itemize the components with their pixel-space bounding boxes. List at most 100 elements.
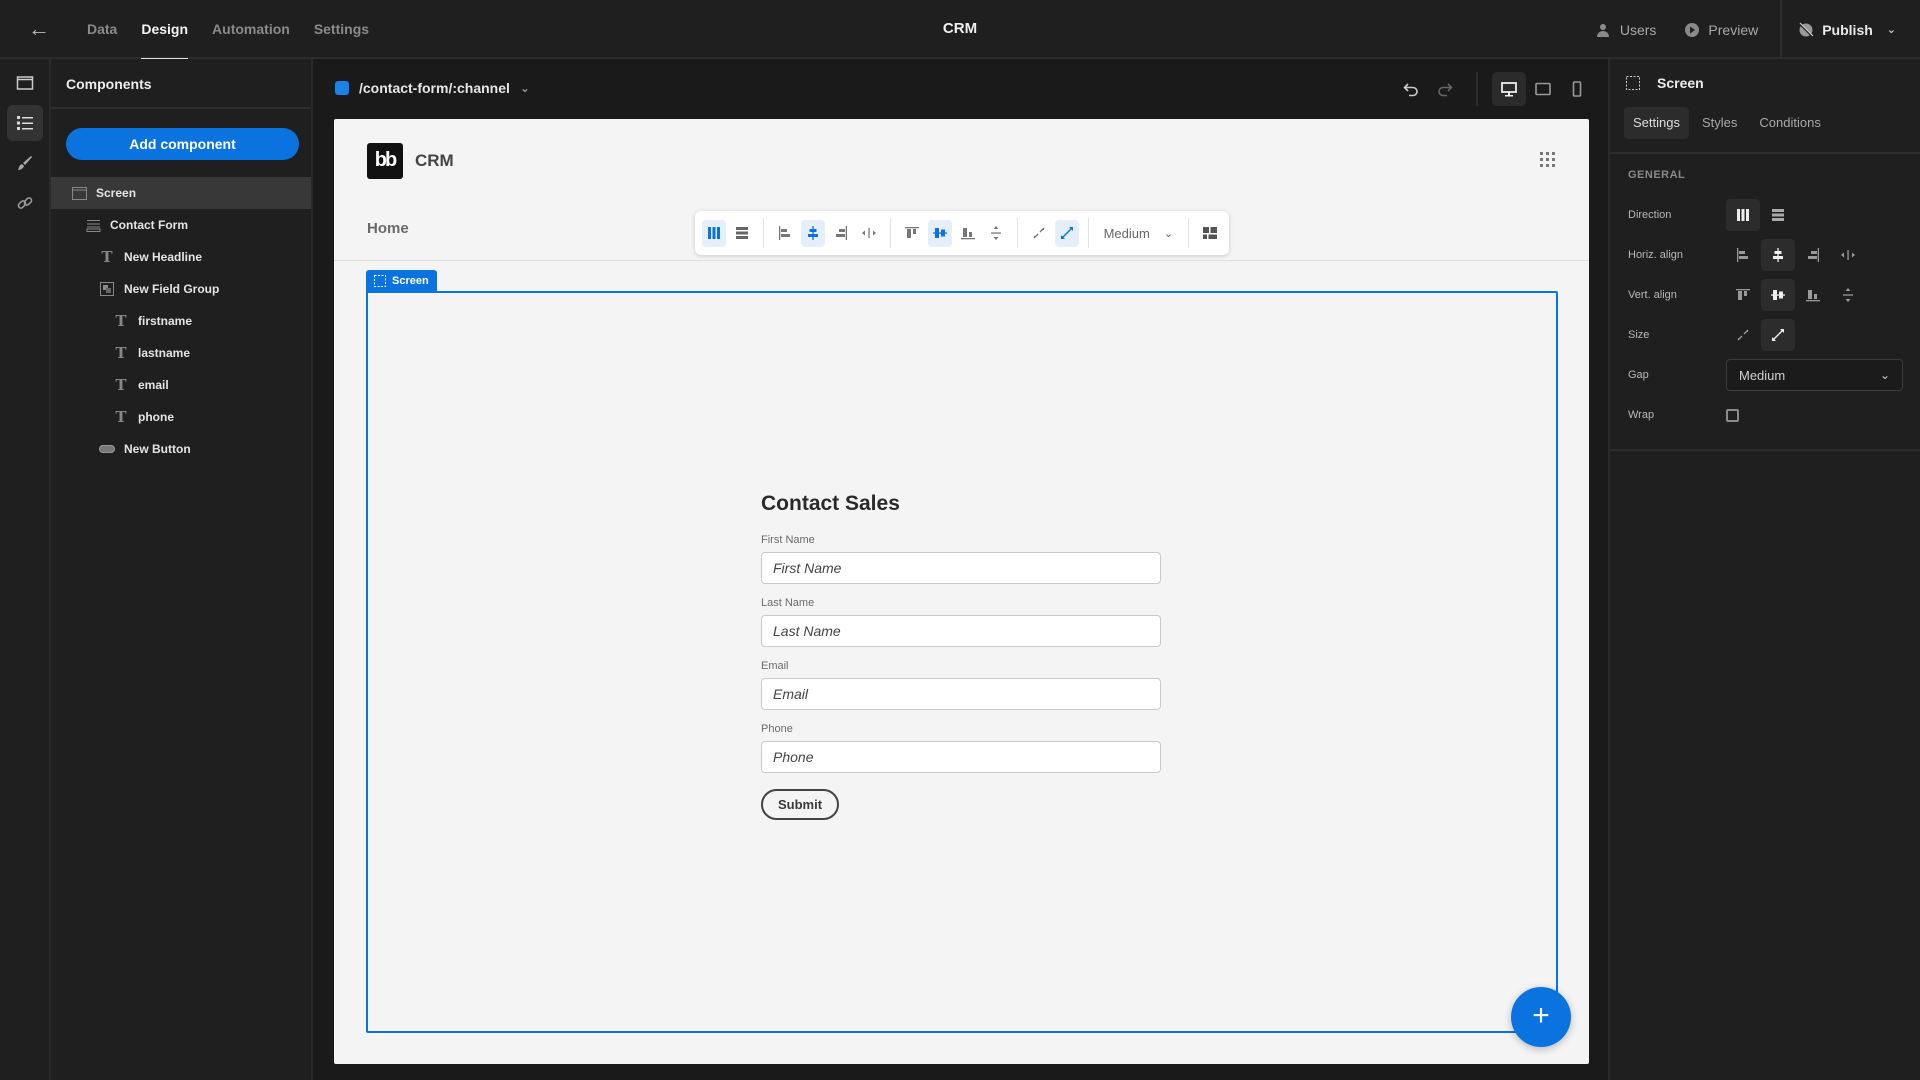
tab-automation[interactable]: Automation [200,0,302,59]
chevron-down-icon: ⌄ [519,81,530,95]
wrap-row: Wrap [1628,398,1908,432]
users-button[interactable]: Users [1582,0,1671,59]
align-bottom-icon [960,228,975,240]
top-bar: ← Data Design Automation Settings CRM Us… [0,0,1920,60]
wrap-button[interactable] [1198,220,1222,247]
form-icon [85,217,101,233]
direction-row-button[interactable] [730,220,754,247]
redo-button[interactable] [1428,72,1462,106]
divider [1188,218,1189,248]
valign-bottom-button[interactable] [1796,279,1830,311]
add-component-button[interactable]: Add component [66,128,299,160]
publish-button[interactable]: Publish ⌄ [1780,0,1920,59]
tree-label: New Button [124,442,191,456]
first-name-input[interactable] [761,552,1161,584]
route-selector[interactable]: /contact-form/:channel ⌄ [335,80,530,96]
size-grow-button[interactable] [1054,219,1079,247]
device-desktop-button[interactable] [1492,72,1526,106]
device-tablet-button[interactable] [1526,72,1560,106]
divider [1016,218,1018,248]
valign-center-button[interactable] [927,219,952,247]
canvas-toolbar: /contact-form/:channel ⌄ [313,59,1608,119]
props-tab-settings[interactable]: Settings [1624,107,1689,139]
align-left-button[interactable] [773,220,797,247]
divider [1610,449,1920,451]
tree-item-email[interactable]: T email [51,369,311,401]
tree-item-screen[interactable]: Screen [51,177,311,209]
screen-tag-label: Screen [392,275,429,287]
wrap-checkbox[interactable] [1726,408,1739,422]
screen-icon [71,185,87,201]
list-icon [17,116,33,130]
tree-item-firstname[interactable]: T firstname [51,305,311,337]
undo-button[interactable] [1394,72,1428,106]
tree-label: New Field Group [124,282,220,296]
valign-stretch-button[interactable] [984,220,1008,247]
valign-bottom-button[interactable] [956,220,980,247]
nav-tabs: Data Design Automation Settings [75,0,381,60]
valign-top-button[interactable] [900,220,924,247]
rail-links[interactable] [7,185,43,221]
tree-label: New Headline [124,250,203,264]
direction-column-button[interactable] [1726,199,1760,231]
tree-item-contact-form[interactable]: Contact Form [51,209,311,241]
app-name: CRM [415,151,454,170]
rows-icon [736,227,748,239]
grid-menu-icon[interactable] [1540,152,1556,168]
add-fab-button[interactable]: + [1511,987,1571,1047]
direction-row: Direction [1628,198,1908,232]
app-logo: bb [367,143,403,179]
tree-item-new-button[interactable]: New Button [51,433,311,465]
layout-toolbar: Medium ⌄ [695,211,1229,255]
phone-label: Phone [761,723,793,735]
size-shrink-button[interactable] [1726,319,1760,351]
rail-screens[interactable] [7,65,43,101]
chevron-down-icon: ⌄ [1879,368,1890,382]
valign-stretch-button[interactable] [1831,279,1865,311]
tab-design[interactable]: Design [129,0,200,60]
gap-select[interactable]: Medium ⌄ [1726,359,1903,391]
direction-row-button[interactable] [1761,199,1795,231]
last-name-input[interactable] [761,615,1161,647]
text-icon: T [101,248,113,266]
text-field-icon: T [115,408,127,426]
valign-top-button[interactable] [1726,279,1760,311]
phone-input[interactable] [761,741,1161,773]
align-center-button[interactable] [800,219,825,247]
align-stretch-button[interactable] [857,220,881,247]
align-right-button[interactable] [829,220,853,247]
tree-item-lastname[interactable]: T lastname [51,337,311,369]
tree-label: Screen [96,186,137,200]
rail-components[interactable] [7,105,43,141]
direction-column-button[interactable] [702,219,726,247]
align-stretch-button[interactable] [1831,239,1865,271]
field-group-icon [99,281,115,297]
tree-item-new-headline[interactable]: T New Headline [51,241,311,273]
props-tab-conditions[interactable]: Conditions [1750,107,1829,139]
email-input[interactable] [761,678,1161,710]
device-mobile-button[interactable] [1560,72,1594,106]
align-center-button[interactable] [1761,239,1795,271]
props-tab-styles[interactable]: Styles [1693,107,1746,139]
tab-data[interactable]: Data [75,0,129,59]
submit-button[interactable]: Submit [761,789,840,820]
first-name-label: First Name [761,534,815,546]
form-heading: Contact Sales [761,492,900,515]
tab-settings[interactable]: Settings [302,0,381,59]
preview-button[interactable]: Preview [1670,0,1772,59]
valign-center-button[interactable] [1761,279,1795,311]
rail-theme[interactable] [7,145,43,181]
align-left-button[interactable] [1726,239,1760,271]
nav-home[interactable]: Home [367,220,409,237]
columns-icon [708,227,720,239]
size-shrink-button[interactable] [1027,220,1051,247]
back-button[interactable]: ← [26,16,52,42]
size-grow-button[interactable] [1761,319,1795,351]
divider [1476,72,1478,106]
gap-dropdown[interactable]: Medium ⌄ [1096,226,1181,241]
tree-item-new-field-group[interactable]: New Field Group [51,273,311,305]
horiz-align-label: Horiz. align [1628,249,1684,261]
screen-selection-tag[interactable]: Screen [366,270,437,292]
align-right-button[interactable] [1796,239,1830,271]
tree-item-phone[interactable]: T phone [51,401,311,433]
